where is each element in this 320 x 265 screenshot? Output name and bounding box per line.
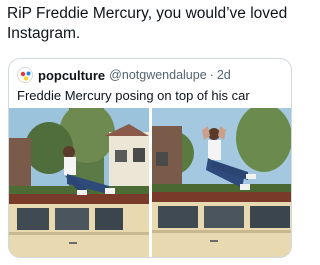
post-text: RiP Freddie Mercury, you would’ve loved … [7, 5, 288, 42]
photo-right[interactable] [152, 108, 291, 257]
man-on-car-photo [152, 108, 291, 257]
separator-dot: · [209, 68, 214, 82]
quoted-author-handle[interactable]: @notgwendalupe [109, 68, 207, 82]
quoted-author-name[interactable]: popculture [38, 68, 105, 83]
man-on-car-photo [9, 108, 149, 257]
photo-left[interactable] [9, 108, 149, 257]
quoted-post-card[interactable]: popculture @notgwendalupe · 2d Freddie M… [8, 58, 292, 258]
quoted-post-time[interactable]: 2d [217, 68, 231, 82]
quoted-post-header: popculture @notgwendalupe · 2d [17, 66, 231, 84]
quoted-post-text: Freddie Mercury posing on top of his car [17, 88, 250, 103]
popculture-logo-icon[interactable] [17, 67, 33, 83]
